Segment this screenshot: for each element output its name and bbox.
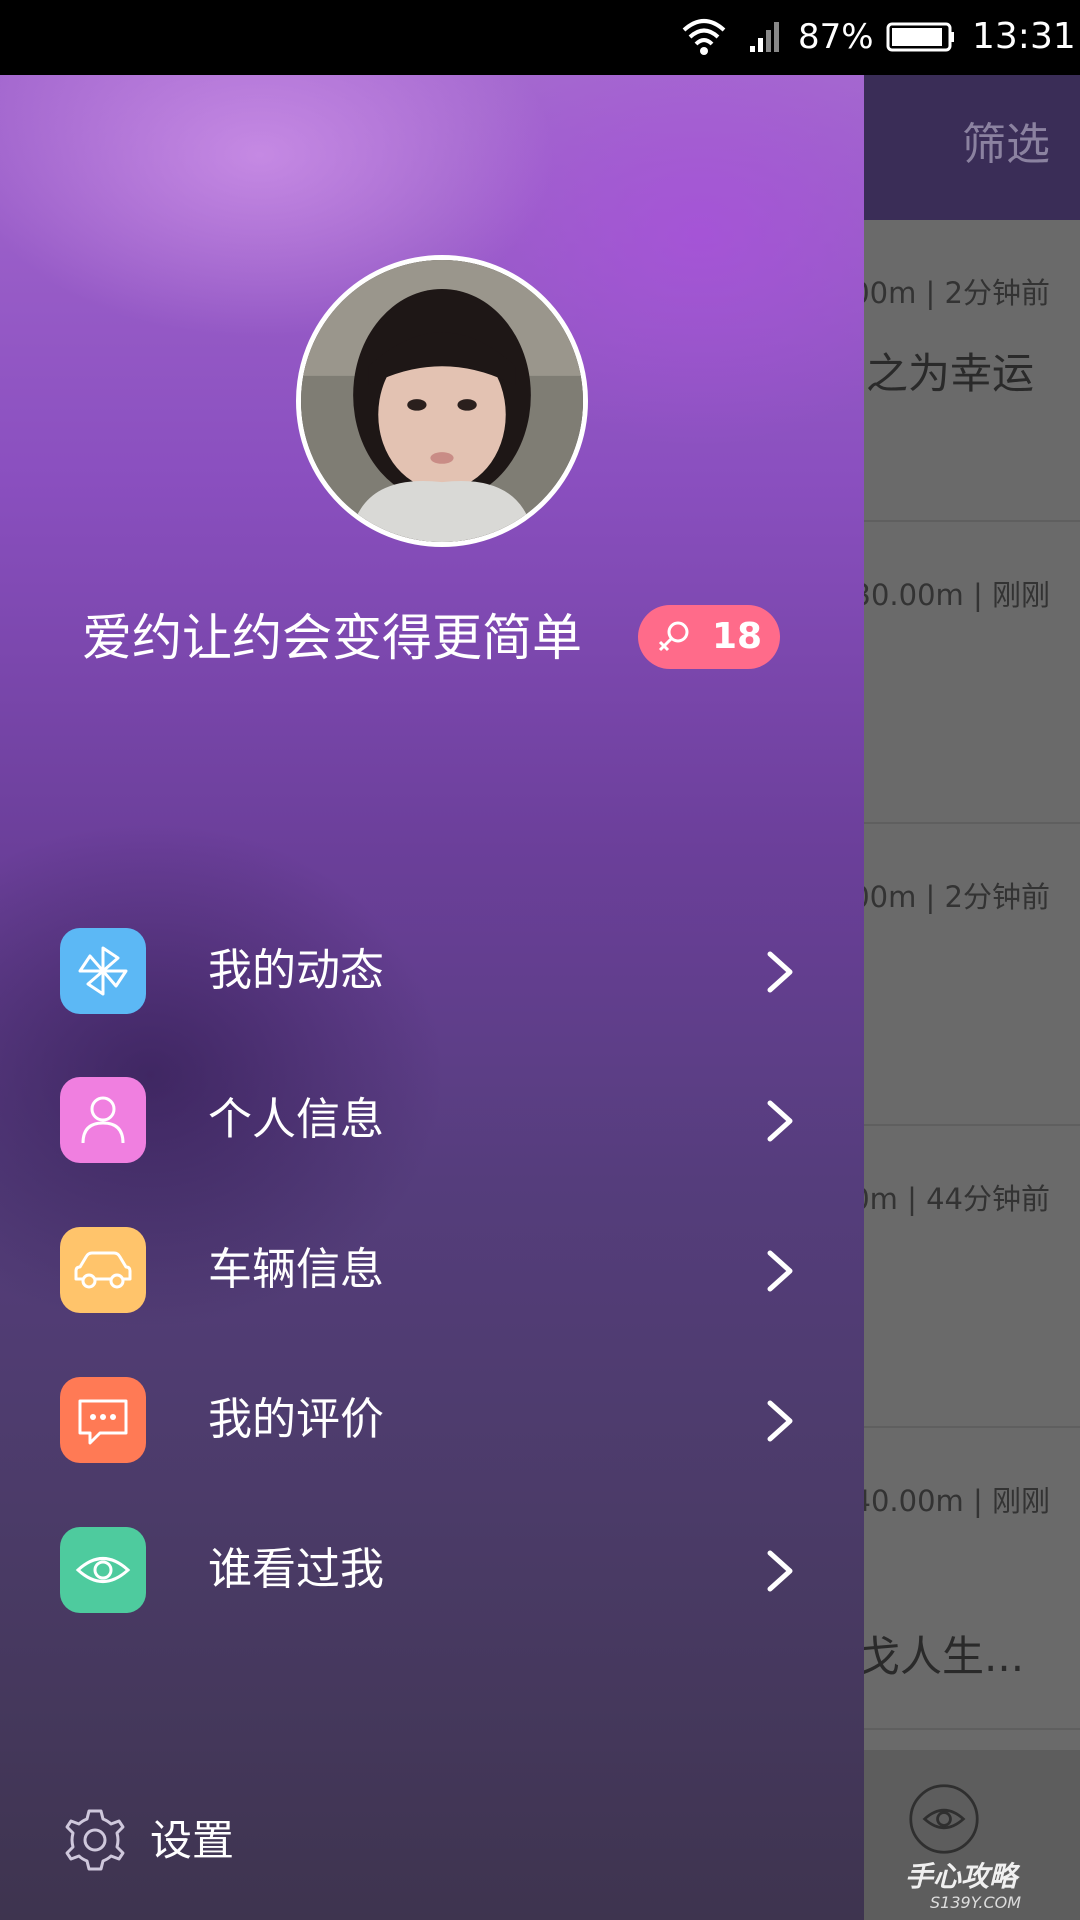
gear-icon — [65, 1809, 125, 1871]
chevron-right-icon — [767, 1250, 793, 1292]
menu-item-label: 车辆信息 — [208, 1244, 384, 1295]
menu-item-my-reviews[interactable]: 我的评价 — [0, 1365, 864, 1475]
menu-item-my-posts[interactable]: 我的动态 — [0, 916, 864, 1026]
chevron-right-icon — [767, 951, 793, 993]
list-item-snippet: 之为幸运 — [866, 349, 1035, 398]
age-badge: 18 — [638, 605, 780, 669]
avatar[interactable] — [296, 255, 588, 547]
watermark: 手心攻略 — [905, 1860, 1018, 1893]
list-item-snippet: 戈人生... — [858, 1632, 1025, 1681]
battery-percent: 87% — [798, 17, 874, 57]
navigation-drawer: 爱约让约会变得更简单 18 我的动态 个人信息 车辆信息 我的评价 谁看过我 设… — [0, 75, 864, 1920]
age-value: 18 — [712, 616, 763, 657]
chevron-right-icon — [767, 1400, 793, 1442]
list-item-meta: 00m | 2分钟前 — [851, 880, 1050, 914]
clock: 13:31 — [972, 16, 1076, 57]
pinwheel-icon — [60, 928, 146, 1014]
list-item-meta: 00m | 2分钟前 — [851, 276, 1050, 310]
chevron-right-icon — [767, 1100, 793, 1142]
menu-item-label: 我的评价 — [208, 1394, 384, 1445]
settings-button[interactable]: 设置 — [60, 1805, 360, 1885]
tagline: 爱约让约会变得更简单 — [82, 609, 582, 667]
female-icon — [658, 621, 689, 652]
list-item-meta: 40.00m | 刚刚 — [852, 1484, 1050, 1518]
person-icon — [60, 1077, 146, 1163]
eye-icon — [60, 1527, 146, 1613]
list-item-meta: 30.00m | 刚刚 — [852, 578, 1050, 612]
wifi-icon — [682, 19, 726, 55]
menu-item-label: 我的动态 — [208, 945, 384, 996]
settings-label: 设置 — [150, 1816, 235, 1865]
chat-icon — [60, 1377, 146, 1463]
car-icon — [60, 1227, 146, 1313]
menu-item-label: 谁看过我 — [208, 1544, 384, 1595]
menu-item-label: 个人信息 — [208, 1094, 384, 1145]
list-item-meta: 0m | 44分钟前 — [851, 1182, 1050, 1216]
filter-button[interactable]: 筛选 — [962, 117, 1050, 173]
menu-item-vehicle-info[interactable]: 车辆信息 — [0, 1215, 864, 1325]
menu-item-who-viewed-me[interactable]: 谁看过我 — [0, 1515, 864, 1625]
signal-icon — [750, 22, 779, 52]
status-bar: 87% 13:31 — [0, 0, 1080, 75]
eye-icon[interactable] — [908, 1783, 980, 1855]
watermark-sub: S139Y.COM — [930, 1893, 1022, 1912]
menu-item-personal-info[interactable]: 个人信息 — [0, 1065, 864, 1175]
battery-icon — [886, 22, 954, 52]
chevron-right-icon — [767, 1550, 793, 1592]
avatar-photo — [301, 260, 583, 542]
